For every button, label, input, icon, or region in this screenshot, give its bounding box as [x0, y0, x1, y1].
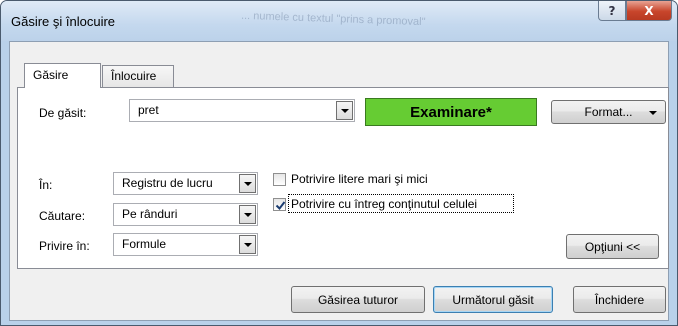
look-in-select[interactable]: Formule [113, 233, 258, 256]
help-button[interactable]: ? [598, 1, 626, 21]
chevron-down-icon [243, 212, 252, 217]
find-replace-dialog: Găsire şi înlocuire ... numele cu textul… [0, 0, 678, 326]
format-preview: Examinare* [365, 98, 537, 126]
tab-replace-label: Înlocuire [111, 69, 157, 83]
within-dropdown-button[interactable] [239, 174, 256, 193]
find-all-button[interactable]: Găsirea tuturor [291, 286, 425, 313]
chevron-down-icon [340, 108, 349, 113]
format-button-label: Format... [584, 105, 633, 119]
find-what-combobox[interactable]: pret [129, 99, 355, 122]
match-case-checkbox[interactable] [273, 173, 286, 186]
within-value: Registru de lucru [122, 176, 213, 190]
checkmark-icon [275, 201, 286, 211]
find-next-button[interactable]: Următorul găsit [433, 286, 553, 313]
chevron-down-icon [243, 242, 252, 247]
background-window-text: ... numele cu textul "prins a promoval" [240, 9, 426, 29]
within-label: În: [39, 178, 53, 192]
search-value: Pe rânduri [122, 207, 178, 221]
tab-find[interactable]: Găsire [24, 63, 101, 88]
chevron-down-icon [649, 111, 657, 115]
search-select[interactable]: Pe rânduri [113, 203, 258, 226]
find-next-button-label: Următorul găsit [452, 292, 534, 307]
tab-replace[interactable]: Înlocuire [102, 65, 174, 87]
options-button[interactable]: Opţiuni << [566, 234, 659, 259]
format-preview-text: Examinare* [410, 103, 492, 121]
chevron-down-icon [243, 181, 252, 186]
within-select[interactable]: Registru de lucru [113, 172, 258, 195]
find-what-label: De găsit: [39, 106, 87, 120]
close-button-label: Închidere [594, 292, 645, 307]
tab-find-label: Găsire [33, 68, 69, 82]
find-what-value: pret [138, 103, 159, 117]
close-icon: X [644, 3, 654, 18]
look-in-value: Formule [122, 237, 167, 251]
find-all-button-label: Găsirea tuturor [317, 292, 399, 307]
options-button-label: Opţiuni << [584, 239, 641, 254]
close-button[interactable]: Închidere [573, 286, 666, 313]
find-what-dropdown-button[interactable] [336, 101, 353, 120]
match-entire-cell-checkbox[interactable] [273, 198, 286, 211]
window-title: Găsire şi înlocuire [11, 14, 116, 29]
look-in-label: Privire în: [39, 239, 90, 253]
search-dropdown-button[interactable] [239, 205, 256, 224]
search-label: Căutare: [39, 209, 86, 223]
help-icon: ? [608, 3, 616, 18]
match-entire-cell-label: Potrivire cu întreg conţinutul celulei [291, 197, 478, 211]
match-case-label: Potrivire litere mari şi mici [291, 172, 428, 186]
look-in-dropdown-button[interactable] [239, 235, 256, 254]
title-bar[interactable]: Găsire şi înlocuire ... numele cu textul… [1, 1, 677, 41]
format-button[interactable]: Format... [551, 100, 666, 124]
close-window-button[interactable]: X [626, 1, 672, 21]
